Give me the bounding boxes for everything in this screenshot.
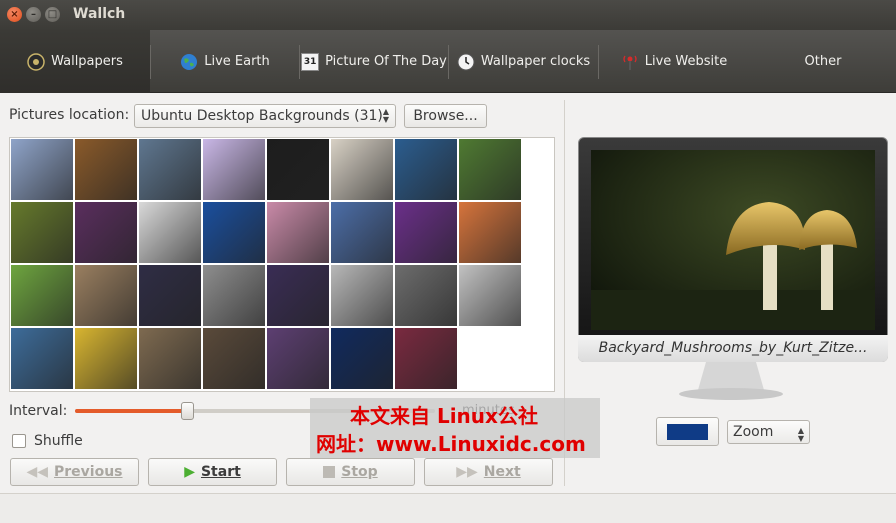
tab-wallpaper-clocks[interactable]: Wallpaper clocks	[449, 30, 598, 93]
wallpaper-thumbnail[interactable]	[75, 139, 137, 200]
monitor-stand-icon	[679, 362, 783, 400]
wallpaper-thumbnail[interactable]	[395, 328, 457, 389]
pictures-location-select[interactable]: Ubuntu Desktop Backgrounds (31) ▲ ▼	[134, 104, 396, 128]
wallpaper-thumbnail[interactable]	[11, 139, 73, 200]
tab-label: Other	[804, 54, 842, 69]
color-swatch	[667, 424, 708, 440]
tab-label: Live Website	[644, 54, 728, 69]
wallpaper-thumbnail[interactable]	[459, 139, 521, 200]
wallpaper-thumbnail[interactable]	[11, 202, 73, 263]
pictures-location-value: Ubuntu Desktop Backgrounds (31)	[141, 108, 383, 124]
tab-bar: Wallpapers Live Earth 31 Picture Of The …	[0, 30, 896, 93]
watermark-line-1: 本文来自 Linux公社	[350, 404, 538, 428]
previous-icon: ◀◀	[26, 464, 49, 480]
wallpaper-thumbnail[interactable]	[75, 265, 137, 326]
wallpaper-thumbnail[interactable]	[139, 139, 201, 200]
stop-label: Stop	[341, 464, 378, 480]
status-bar	[0, 493, 896, 523]
next-label: Next	[483, 464, 521, 480]
tab-label: Wallpaper clocks	[480, 54, 591, 69]
wallpapers-icon	[27, 52, 45, 71]
wallpaper-thumbnail[interactable]	[203, 265, 265, 326]
spin-arrows-icon: ▲ ▼	[797, 426, 804, 443]
wallpaper-thumbnail[interactable]	[459, 265, 521, 326]
title-bar: × – □ Wallch	[0, 0, 896, 30]
tab-wallpapers[interactable]: Wallpapers	[0, 30, 150, 93]
calendar-icon: 31	[301, 52, 320, 71]
start-button[interactable]: ▶ Start	[148, 458, 277, 486]
wallpaper-thumbnail[interactable]	[203, 328, 265, 389]
wallpaper-preview	[591, 150, 875, 330]
image-style-value: Zoom	[733, 424, 774, 440]
preview-monitor	[578, 137, 888, 362]
background-color-button[interactable]	[656, 417, 719, 446]
interval-slider-handle[interactable]	[181, 402, 194, 420]
tab-live-earth[interactable]: Live Earth	[151, 30, 299, 93]
shuffle-label: Shuffle	[34, 433, 83, 449]
previous-button[interactable]: ◀◀ Previous	[10, 458, 139, 486]
wallpaper-thumbnail[interactable]	[139, 202, 201, 263]
tab-picture-of-the-day[interactable]: 31 Picture Of The Day	[300, 30, 448, 93]
watermark: 本文来自 Linux公社 网址：www.Linuxidc.com	[310, 398, 600, 458]
wallpaper-thumbnail[interactable]	[267, 202, 329, 263]
stop-button[interactable]: Stop	[286, 458, 415, 486]
play-icon: ▶	[184, 464, 195, 480]
wallpaper-thumbnail[interactable]	[331, 328, 393, 389]
watermark-line-2: 网址：www.Linuxidc.com	[316, 432, 586, 456]
wallpaper-thumbnail[interactable]	[139, 328, 201, 389]
interval-slider-fill	[75, 409, 187, 413]
previous-label: Previous	[54, 464, 123, 480]
wallpaper-thumbnail[interactable]	[203, 139, 265, 200]
earth-icon	[181, 53, 198, 70]
wallpaper-thumbnail[interactable]	[395, 139, 457, 200]
maximize-window-button[interactable]: □	[45, 7, 60, 22]
interval-label: Interval:	[9, 403, 68, 419]
next-button[interactable]: ▶▶ Next	[424, 458, 553, 486]
wallpaper-thumbnail[interactable]	[203, 202, 265, 263]
wallpaper-thumbnail[interactable]	[267, 328, 329, 389]
tab-label: Picture Of The Day	[325, 54, 447, 69]
wallpaper-thumbnail[interactable]	[331, 265, 393, 326]
wallpaper-thumbnail[interactable]	[11, 265, 73, 326]
browse-button[interactable]: Browse...	[404, 104, 487, 128]
pictures-location-label: Pictures location:	[9, 107, 130, 123]
wallpaper-thumbnail[interactable]	[331, 202, 393, 263]
spin-arrows-icon: ▲ ▼	[382, 107, 389, 124]
preview-caption: Backyard_Mushrooms_by_Kurt_Zitze...	[578, 335, 888, 362]
tab-other[interactable]: Other	[750, 30, 896, 93]
wallpaper-thumbnail[interactable]	[395, 202, 457, 263]
wallpaper-thumbnail[interactable]	[395, 265, 457, 326]
start-label: Start	[200, 464, 241, 480]
stop-icon	[323, 466, 336, 478]
window-title: Wallch	[73, 6, 126, 22]
wallpaper-thumbnail[interactable]	[139, 265, 201, 326]
shuffle-checkbox[interactable]	[12, 434, 26, 448]
next-icon: ▶▶	[456, 464, 478, 480]
image-style-select[interactable]: Zoom ▲ ▼	[727, 420, 810, 444]
mushrooms-preview-image	[591, 150, 875, 330]
wallpaper-thumbnail[interactable]	[75, 202, 137, 263]
wallpaper-thumbnail[interactable]	[11, 328, 73, 389]
website-icon	[623, 55, 637, 70]
wallpaper-thumbnail[interactable]	[75, 328, 137, 389]
tab-label: Live Earth	[204, 54, 270, 69]
wallpaper-thumbnail[interactable]	[331, 139, 393, 200]
wallpaper-thumbnail[interactable]	[267, 139, 329, 200]
wallpaper-thumbnail[interactable]	[459, 202, 521, 263]
thumbnail-grid[interactable]	[9, 137, 555, 392]
tab-label: Wallpapers	[51, 54, 123, 69]
tab-live-website[interactable]: Live Website	[599, 30, 749, 93]
close-window-button[interactable]: ×	[7, 7, 22, 22]
clock-icon	[457, 53, 475, 70]
minimize-window-button[interactable]: –	[26, 7, 41, 22]
wallpaper-thumbnail[interactable]	[267, 265, 329, 326]
